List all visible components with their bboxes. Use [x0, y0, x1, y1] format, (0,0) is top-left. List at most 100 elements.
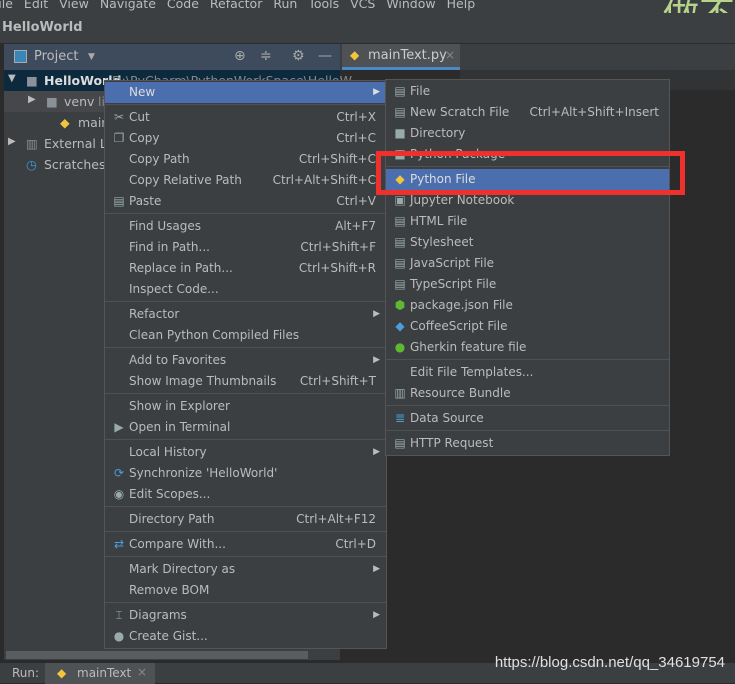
menu-item-data-source[interactable]: ≣ Data Source: [386, 408, 669, 429]
menu-item-edit-scopes[interactable]: ◉ Edit Scopes...: [105, 484, 386, 505]
menu-window[interactable]: Window: [386, 0, 435, 11]
html-file-icon: ▤: [394, 214, 406, 228]
http-request-icon: ▤: [394, 436, 406, 450]
menu-item-html-file[interactable]: ▤ HTML File: [386, 211, 669, 232]
menu-item-synchronize-helloworld[interactable]: ⟳ Synchronize 'HelloWorld': [105, 463, 386, 484]
navigation-bar: HelloWorld: [0, 13, 735, 44]
menu-item-directory[interactable]: ■ Directory: [386, 123, 669, 144]
shortcut-label: Ctrl+Shift+R: [298, 261, 376, 275]
menu-run[interactable]: Run: [273, 0, 297, 11]
menu-item-new[interactable]: New ▶: [105, 82, 386, 103]
menu-item-label: Copy Path: [129, 152, 190, 166]
file-icon: ▤: [394, 84, 406, 98]
menu-item-open-in-terminal[interactable]: ▶ Open in Terminal: [105, 417, 386, 438]
menu-item-label: Directory: [410, 126, 466, 140]
menu-item-gherkin-feature-file[interactable]: ● Gherkin feature file: [386, 337, 669, 358]
library-icon: ▥: [26, 136, 38, 151]
run-tab-maintext[interactable]: ◆ mainText ×: [45, 663, 155, 684]
menu-help[interactable]: Help: [447, 0, 476, 11]
menu-item-label: Mark Directory as: [129, 562, 236, 576]
compare-icon: ⇄: [113, 537, 125, 551]
menu-item-http-request[interactable]: ▤ HTTP Request: [386, 433, 669, 454]
menu-item-javascript-file[interactable]: ▤ JavaScript File: [386, 253, 669, 274]
terminal-icon: ▶: [114, 420, 124, 434]
menu-item-label: Show in Explorer: [129, 399, 230, 413]
close-icon[interactable]: ×: [137, 665, 147, 679]
menu-item-copy[interactable]: ❐ Copy Ctrl+C: [105, 128, 386, 149]
menu-item-resource-bundle[interactable]: ▥ Resource Bundle: [386, 383, 669, 404]
menu-item-replace-in-path[interactable]: Replace in Path... Ctrl+Shift+R: [105, 258, 386, 279]
chevron-down-icon[interactable]: ▼: [88, 52, 95, 62]
copy-icon: ❐: [113, 131, 125, 145]
horizontal-scrollbar[interactable]: [6, 651, 308, 659]
menu-item-copy-path[interactable]: Copy Path Ctrl+Shift+C: [105, 149, 386, 170]
menu-item-coffeescript-file[interactable]: ◆ CoffeeScript File: [386, 316, 669, 337]
menu-item-show-in-explorer[interactable]: Show in Explorer: [105, 396, 386, 417]
menu-bar: File Edit View Navigate Code Refactor Run Tools…: [0, 0, 735, 13]
python-file-icon: ◆: [350, 48, 360, 62]
menu-item-label: TypeScript File: [410, 277, 497, 291]
menu-item-paste[interactable]: ▤ Paste Ctrl+V: [105, 191, 386, 212]
menu-item-create-gist[interactable]: ● Create Gist...: [105, 626, 386, 647]
menu-item-edit-file-templates[interactable]: Edit File Templates...: [386, 362, 669, 383]
menu-refactor[interactable]: Refactor: [210, 0, 262, 11]
diagram-icon: ⌶: [115, 608, 123, 622]
menu-item-label: Directory Path: [129, 512, 215, 526]
tab-maintext[interactable]: ◆ mainText.py ×: [342, 44, 460, 70]
menu-item-file[interactable]: ▤ File: [386, 81, 669, 102]
menu-view[interactable]: View: [59, 0, 89, 11]
menu-file[interactable]: File: [0, 0, 13, 11]
menu-navigate[interactable]: Navigate: [100, 0, 156, 11]
submenu-arrow-icon: ▶: [373, 447, 380, 457]
menu-item-show-image-thumbnails[interactable]: Show Image Thumbnails Ctrl+Shift+T: [105, 371, 386, 392]
close-icon[interactable]: ×: [445, 48, 455, 62]
menu-item-add-to-favorites[interactable]: Add to Favorites ▶: [105, 350, 386, 371]
menu-item-refactor[interactable]: Refactor ▶: [105, 304, 386, 325]
menu-item-find-usages[interactable]: Find Usages Alt+F7: [105, 216, 386, 237]
menu-item-remove-bom[interactable]: Remove BOM: [105, 580, 386, 601]
locate-icon[interactable]: ⊕: [234, 48, 246, 64]
shortcut-label: Ctrl+D: [335, 537, 376, 551]
menu-edit[interactable]: Edit: [24, 0, 48, 11]
shortcut-label: Ctrl+Alt+Shift+Insert: [529, 105, 659, 119]
menu-item-local-history[interactable]: Local History ▶: [105, 442, 386, 463]
js-file-icon: ▤: [394, 256, 406, 270]
menu-item-typescript-file[interactable]: ▤ TypeScript File: [386, 274, 669, 295]
shortcut-label: Ctrl+Alt+F12: [296, 512, 376, 526]
breadcrumb[interactable]: HelloWorld: [2, 20, 83, 35]
project-view-dropdown[interactable]: Project: [34, 49, 78, 64]
menu-item-label: Local History: [129, 445, 207, 459]
expand-arrow-icon[interactable]: ▶: [28, 94, 36, 105]
menu-item-copy-relative-path[interactable]: Copy Relative Path Ctrl+Alt+Shift+C: [105, 170, 386, 191]
scope-icon: ◉: [113, 487, 125, 501]
menu-item-mark-directory-as[interactable]: Mark Directory as ▶: [105, 559, 386, 580]
shortcut-label: Ctrl+C: [336, 131, 376, 145]
collapse-all-icon[interactable]: ≑: [260, 48, 272, 64]
expand-arrow-icon[interactable]: ▼: [8, 73, 16, 84]
menu-item-diagrams[interactable]: ⌶ Diagrams ▶: [105, 605, 386, 626]
menu-item-compare-with[interactable]: ⇄ Compare With... Ctrl+D: [105, 534, 386, 555]
menu-item-directory-path[interactable]: Directory Path Ctrl+Alt+F12: [105, 509, 386, 530]
hide-icon[interactable]: —: [318, 48, 332, 64]
menu-item-stylesheet[interactable]: ▤ Stylesheet: [386, 232, 669, 253]
gear-icon[interactable]: ⚙: [292, 48, 305, 64]
folder-icon: ■: [26, 73, 38, 88]
menu-item-package-json-file[interactable]: ⬢ package.json File: [386, 295, 669, 316]
highlight-annotation: [376, 151, 685, 195]
menu-vcs[interactable]: VCS: [350, 0, 375, 11]
shortcut-label: Ctrl+Alt+Shift+C: [272, 173, 376, 187]
menu-item-clean-python-compiled-files[interactable]: Clean Python Compiled Files: [105, 325, 386, 346]
menu-item-label: Resource Bundle: [410, 386, 511, 400]
menu-item-label: CoffeeScript File: [410, 319, 508, 333]
menu-code[interactable]: Code: [167, 0, 199, 11]
menu-item-find-in-path[interactable]: Find in Path... Ctrl+Shift+F: [105, 237, 386, 258]
expand-arrow-icon[interactable]: ▶: [8, 136, 16, 147]
menu-tools[interactable]: Tools: [308, 0, 339, 11]
menu-item-label: HTML File: [410, 214, 468, 228]
menu-item-label: Copy Relative Path: [129, 173, 242, 187]
menu-item-new-scratch-file[interactable]: ▤ New Scratch File Ctrl+Alt+Shift+Insert: [386, 102, 669, 123]
menu-item-label: Replace in Path...: [129, 261, 233, 275]
menu-item-label: Copy: [129, 131, 160, 145]
menu-item-cut[interactable]: ✂ Cut Ctrl+X: [105, 107, 386, 128]
menu-item-inspect-code[interactable]: Inspect Code...: [105, 279, 386, 300]
